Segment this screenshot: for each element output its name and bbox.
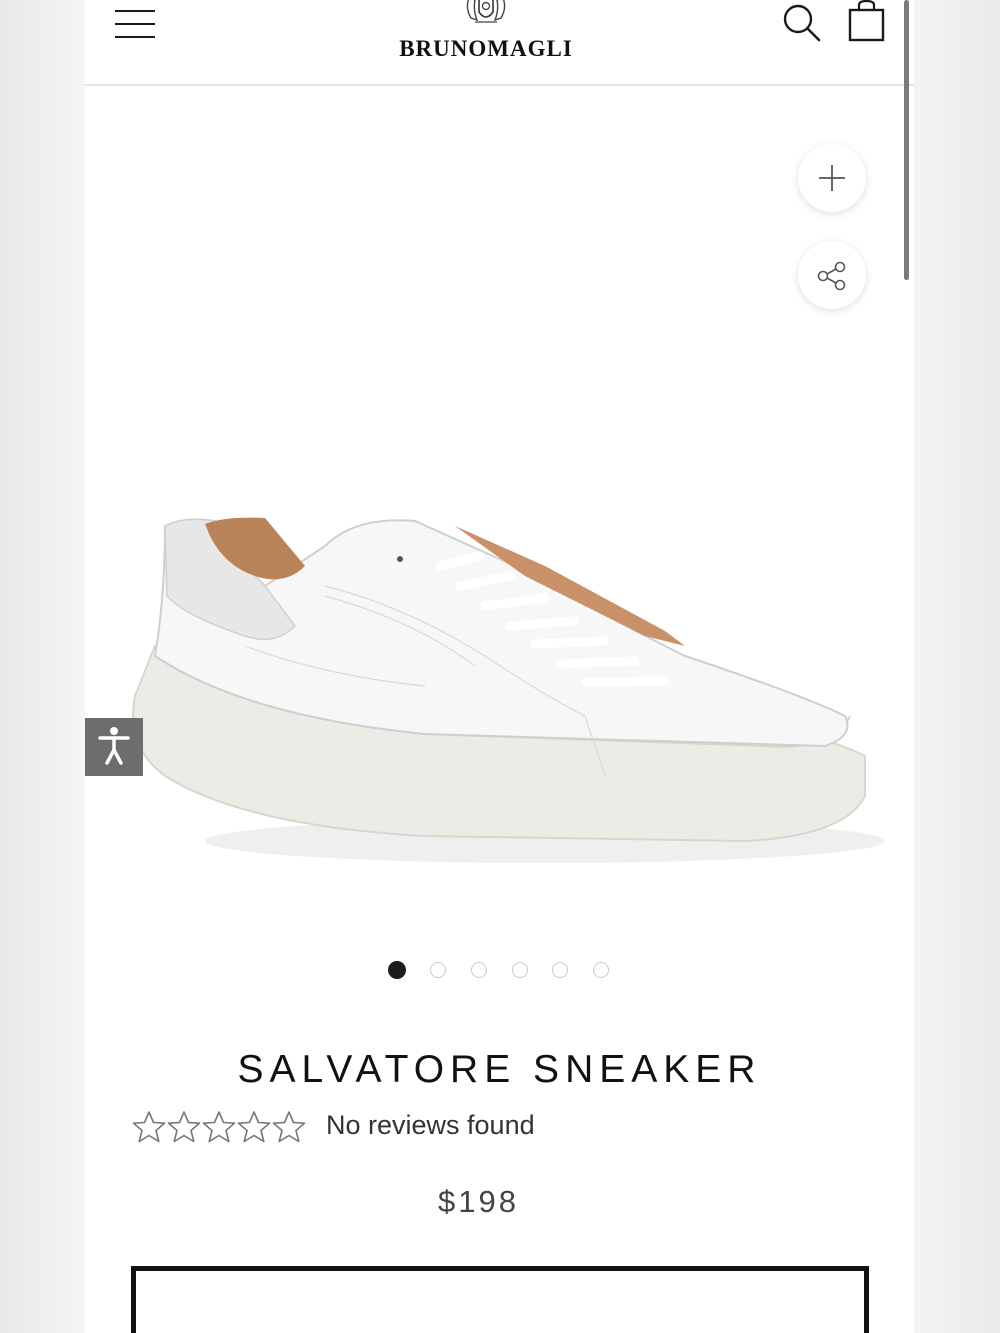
site-header: BRUNOMAGLI (85, 0, 914, 280)
product-image-white-sneaker (132, 517, 885, 863)
zoom-button[interactable] (798, 144, 866, 212)
hamburger-menu-icon[interactable] (115, 10, 155, 40)
product-title: SALVATORE SNEAKER (237, 1048, 762, 1091)
crest-icon (466, 0, 506, 23)
accessibility-icon (98, 727, 130, 765)
plus-icon (819, 165, 845, 191)
rating-stars[interactable] (132, 1110, 307, 1146)
gallery-dot-4[interactable] (512, 962, 528, 978)
product-image-gallery[interactable] (85, 86, 914, 946)
gallery-dot-2[interactable] (430, 962, 446, 978)
gallery-pagination (388, 961, 618, 982)
background-left (0, 0, 85, 1333)
product-price: $198 (438, 1184, 519, 1219)
gallery-dot-1[interactable] (388, 961, 406, 979)
shopping-bag-icon[interactable] (848, 0, 886, 42)
gallery-dot-6[interactable] (593, 962, 609, 978)
star-icon (202, 1111, 236, 1143)
share-button[interactable] (798, 241, 866, 309)
gallery-dot-3[interactable] (471, 962, 487, 978)
background-right (914, 0, 1000, 1333)
share-icon (817, 261, 846, 291)
star-icon (237, 1111, 271, 1143)
gallery-dot-5[interactable] (552, 962, 568, 978)
star-icon (132, 1111, 166, 1143)
star-icon (272, 1111, 306, 1143)
product-page: BRUNOMAGLI SALVATORE SNEAKER No reviews … (85, 0, 914, 1333)
brand-logo[interactable]: BRUNOMAGLI (373, 0, 599, 64)
star-icon (167, 1111, 201, 1143)
brand-name: BRUNOMAGLI (399, 36, 573, 61)
accessibility-button[interactable] (85, 718, 143, 776)
size-select-box[interactable] (131, 1266, 869, 1333)
search-icon[interactable] (782, 2, 822, 42)
reviews-link[interactable]: No reviews found (326, 1110, 535, 1141)
